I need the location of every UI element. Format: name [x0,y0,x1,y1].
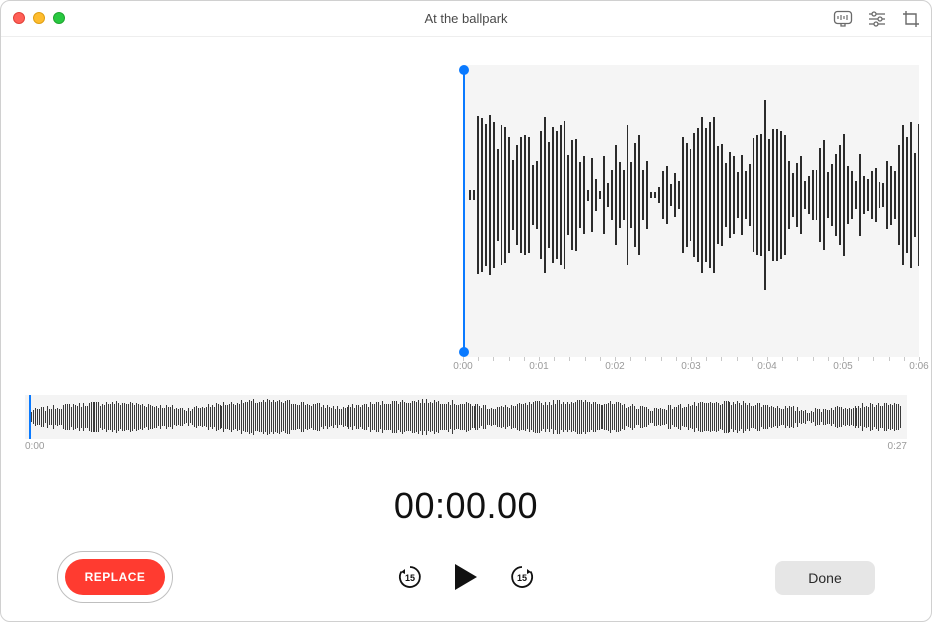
skip-back-15-button[interactable]: 15 [395,562,425,592]
playhead-line [463,71,465,351]
close-icon[interactable] [13,12,25,24]
settings-icon[interactable] [867,9,887,29]
overview-end-time: 0:27 [888,441,907,452]
waveform-detail[interactable] [463,65,919,357]
svg-text:15: 15 [405,573,415,583]
playhead[interactable] [463,65,464,357]
overview-time-labels: 0:00 0:27 [25,441,907,452]
waveform-overview[interactable] [25,395,907,439]
timecode-display: 00:00.00 [1,485,931,527]
editor-content: 0:000:010:020:030:040:050:06 0:00 0:27 0… [1,37,931,621]
toolbar [833,9,921,29]
ruler-label: 0:05 [833,361,852,372]
trim-icon[interactable] [901,9,921,29]
ruler-label: 0:00 [453,361,472,372]
ruler-label: 0:06 [909,361,928,372]
ruler-label: 0:01 [529,361,548,372]
done-button[interactable]: Done [775,561,875,595]
play-button[interactable] [449,560,483,594]
skip-forward-15-button[interactable]: 15 [507,562,537,592]
zoom-icon[interactable] [53,12,65,24]
app-window: At the ballpark 0:000: [0,0,932,622]
waveform-overview-area: 0:00 0:27 [25,395,907,449]
controls-row: REPLACE 15 15 [1,555,931,599]
ruler-label: 0:04 [757,361,776,372]
ruler-label: 0:03 [681,361,700,372]
playhead-handle-bottom[interactable] [459,347,469,357]
window-controls [13,12,65,24]
play-icon [455,564,477,590]
titlebar: At the ballpark [1,1,931,37]
detail-time-ruler: 0:000:010:020:030:040:050:06 [463,357,919,377]
ruler-label: 0:02 [605,361,624,372]
minimize-icon[interactable] [33,12,45,24]
window-title: At the ballpark [1,11,931,26]
overview-playhead[interactable] [29,395,31,439]
transcribe-icon[interactable] [833,9,853,29]
svg-text:15: 15 [517,573,527,583]
waveform-detail-area: 0:000:010:020:030:040:050:06 [13,65,919,357]
overview-start-time: 0:00 [25,441,44,452]
